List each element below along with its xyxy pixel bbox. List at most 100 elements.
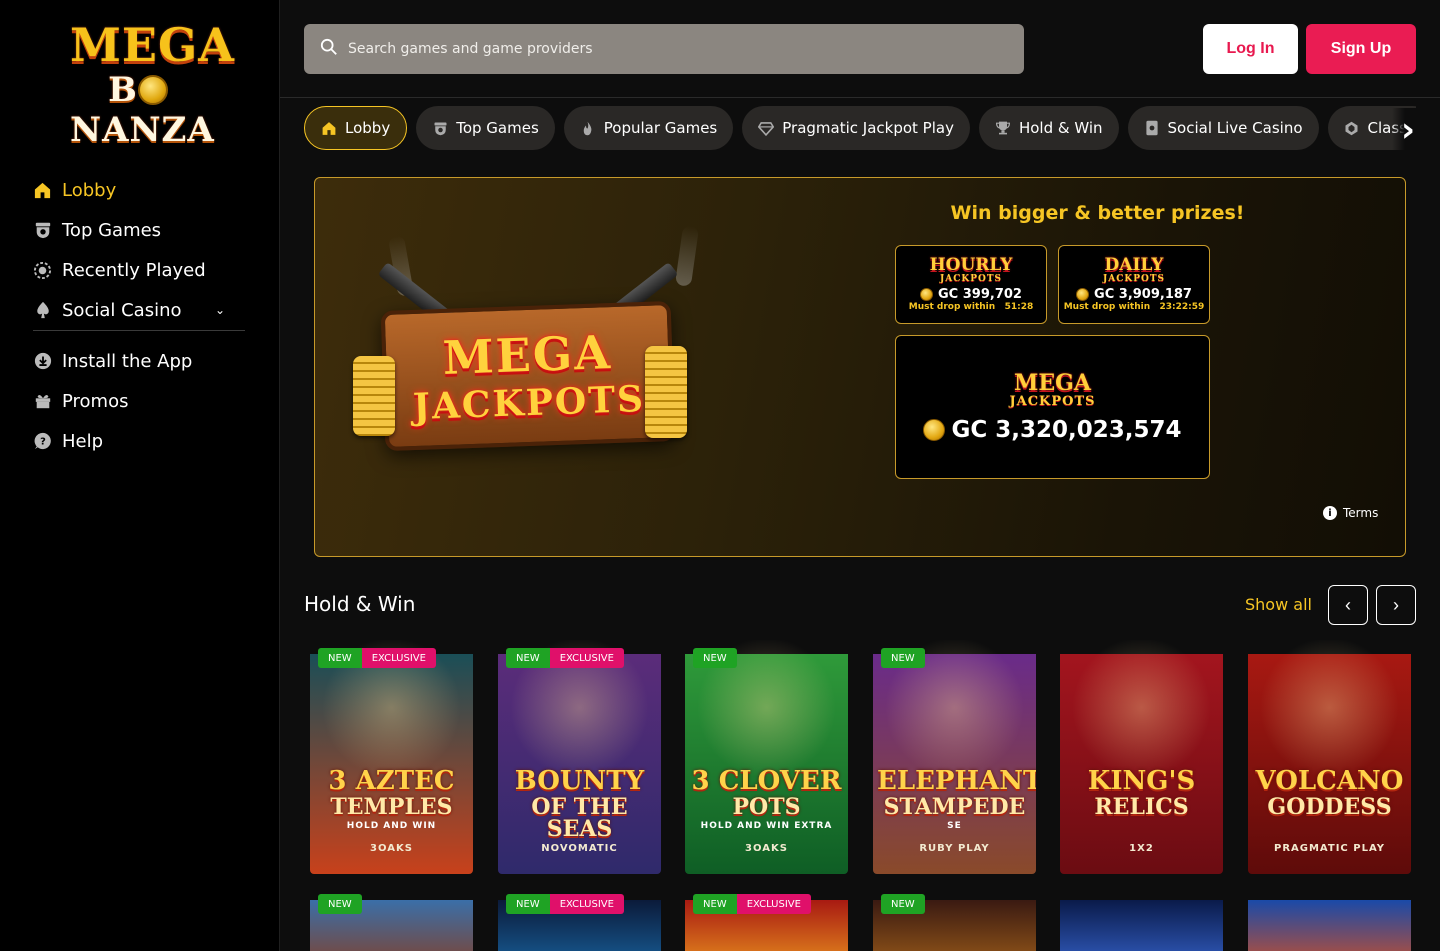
game-tile[interactable]: NEW EXCLUSIVE — [685, 886, 848, 951]
daily-jackpot-card[interactable]: DAILY JACKPOTS GC 3,909,187 Must drop wi… — [1058, 245, 1210, 324]
home-icon — [321, 120, 337, 136]
game-title: 3 AZTEC TEMPLES HOLD AND WIN — [314, 768, 469, 831]
sign-board: MEGA JACKPOTS — [380, 300, 676, 452]
drop-label: Must drop within — [1063, 302, 1151, 312]
sidebar-item-label: Lobby — [62, 179, 117, 201]
top-header: Log In Sign Up — [280, 0, 1440, 98]
daily-sub: JACKPOTS — [1102, 274, 1166, 284]
game-title-line1: 3 AZTEC — [328, 766, 455, 796]
badge-group: NEW — [693, 648, 737, 668]
tab-popular-games[interactable]: Popular Games — [563, 106, 734, 150]
show-all-link[interactable]: Show all — [1245, 595, 1312, 614]
game-tile[interactable]: 3 CLOVER POTS HOLD AND WIN EXTRA 3OAKS NEW — [685, 640, 848, 874]
hourly-amount: GC 399,702 — [938, 287, 1022, 302]
mega-title: MEGA — [1014, 370, 1091, 396]
daily-amount-row: GC 3,909,187 — [1059, 287, 1209, 302]
game-tile[interactable] — [1248, 886, 1411, 951]
hourly-amount-row: GC 399,702 — [896, 287, 1046, 302]
sidebar-item-promos[interactable]: Promos — [33, 381, 245, 421]
sidebar-item-help[interactable]: ? Help — [33, 421, 245, 461]
exclusive-badge: EXCLUSIVE — [736, 894, 811, 914]
game-title-line2: RELICS — [1094, 794, 1189, 820]
badge-group: NEW — [318, 894, 362, 914]
game-artwork — [1060, 900, 1223, 951]
sign-text-mega: MEGA — [441, 325, 613, 385]
game-tile[interactable]: BOUNTY OF THE SEAS NOVOMATIC NEW EXCLUSIVE — [498, 640, 661, 874]
game-tile[interactable]: NEW — [310, 886, 473, 951]
trophy-badge-icon — [33, 221, 52, 240]
game-title-line1: 3 CLOVER — [691, 766, 842, 796]
game-title-line1: ELEPHANT — [877, 766, 1036, 796]
sidebar-item-label: Social Casino — [62, 299, 182, 321]
svg-text:?: ? — [40, 437, 46, 448]
badge-group: NEW EXCLUSIVE — [506, 894, 624, 914]
badge-group: NEW EXCLUSIVE — [506, 648, 624, 668]
game-tile[interactable]: KING'S RELICS 1X2 — [1060, 640, 1223, 874]
game-title: KING'S RELICS — [1064, 768, 1219, 818]
game-tile[interactable] — [1060, 886, 1223, 951]
tab-pragmatic-jackpot-play[interactable]: Pragmatic Jackpot Play — [742, 106, 970, 150]
mega-amount-row: GC 3,320,023,574 — [896, 417, 1209, 443]
game-title: VOLCANO GODDESS — [1252, 768, 1407, 818]
game-tile[interactable]: NEW EXCLUSIVE — [498, 886, 661, 951]
search-icon — [320, 38, 338, 60]
sidebar-item-social-casino[interactable]: Social Casino ⌄ — [33, 290, 245, 330]
game-provider: 3OAKS — [745, 843, 788, 854]
game-title-line2: OF THE SEAS — [531, 794, 628, 842]
game-provider: NOVOMATIC — [541, 843, 618, 854]
search-bar[interactable] — [304, 24, 1024, 74]
carousel-next-button[interactable]: › — [1376, 585, 1416, 625]
jackpot-banner[interactable]: MEGA JACKPOTS Win bigger & better prizes… — [314, 177, 1406, 557]
category-scroll-right-button[interactable]: › — [1392, 108, 1424, 152]
logo-line1: MEGA — [70, 18, 235, 72]
hourly-jackpot-card[interactable]: HOURLY JACKPOTS GC 399,702 Must drop wit… — [895, 245, 1047, 324]
logo-b: B — [108, 70, 138, 110]
sidebar-item-lobby[interactable]: Lobby — [33, 170, 245, 210]
tab-label: Lobby — [345, 119, 391, 137]
new-badge: NEW — [693, 894, 737, 914]
daily-amount: GC 3,909,187 — [1094, 287, 1192, 302]
sidebar-item-label: Recently Played — [62, 259, 206, 281]
logo-nanza: NANZA — [70, 110, 215, 150]
gift-icon — [33, 392, 52, 411]
sidebar-item-recently-played[interactable]: Recently Played — [33, 250, 245, 290]
chevron-left-icon: ‹ — [1345, 594, 1351, 615]
tab-hold-and-win[interactable]: Hold & Win — [978, 106, 1119, 150]
section-title: Hold & Win — [304, 592, 416, 616]
tab-social-live-casino[interactable]: Social Live Casino — [1127, 106, 1319, 150]
sidebar-item-install-app[interactable]: Install the App — [33, 341, 245, 381]
game-provider: 3OAKS — [370, 843, 413, 854]
game-title-line1: VOLCANO — [1255, 766, 1404, 796]
game-tile[interactable]: ELEPHANT STAMPEDE SE RUBY PLAY NEW — [873, 640, 1036, 874]
tab-lobby[interactable]: Lobby — [304, 106, 408, 150]
tab-top-games[interactable]: Top Games — [416, 106, 555, 150]
coin-icon — [1076, 288, 1090, 301]
badge-group: NEW EXCLUSIVE — [318, 648, 436, 668]
live-cards-icon — [1144, 120, 1160, 136]
game-tile[interactable]: 3 AZTEC TEMPLES HOLD AND WIN 3OAKS NEW EXCLUS… — [310, 640, 473, 874]
game-provider: 1X2 — [1129, 843, 1154, 854]
tab-label: Popular Games — [603, 119, 718, 137]
terms-link[interactable]: i Terms — [1323, 506, 1378, 520]
game-provider: RUBY PLAY — [919, 843, 990, 854]
sidebar: MEGA BNANZA Lobby Top Games Recently Pla… — [0, 0, 280, 951]
sidebar-item-label: Top Games — [62, 219, 162, 241]
diamond-icon — [758, 120, 775, 136]
chevron-down-icon[interactable]: ⌄ — [215, 303, 225, 317]
badge-group: NEW — [881, 894, 925, 914]
carousel-prev-button[interactable]: ‹ — [1328, 585, 1368, 625]
game-tile[interactable]: NEW — [873, 886, 1036, 951]
login-button[interactable]: Log In — [1203, 24, 1298, 74]
home-icon — [33, 181, 52, 200]
chevron-right-icon: › — [1400, 110, 1415, 150]
signup-button[interactable]: Sign Up — [1306, 24, 1416, 74]
category-tabs: Lobby Top Games Popular Games Pragmatic … — [304, 104, 1416, 152]
drop-label: Must drop within — [908, 302, 996, 312]
sidebar-item-top-games[interactable]: Top Games — [33, 210, 245, 250]
brand-logo[interactable]: MEGA BNANZA — [70, 18, 235, 150]
mega-jackpot-card[interactable]: MEGA JACKPOTS GC 3,320,023,574 — [895, 335, 1210, 479]
trophy-icon — [995, 120, 1011, 136]
sidebar-item-label: Promos — [62, 390, 129, 412]
search-input[interactable] — [348, 41, 948, 57]
game-tile[interactable]: VOLCANO GODDESS PRAGMATIC PLAY — [1248, 640, 1411, 874]
